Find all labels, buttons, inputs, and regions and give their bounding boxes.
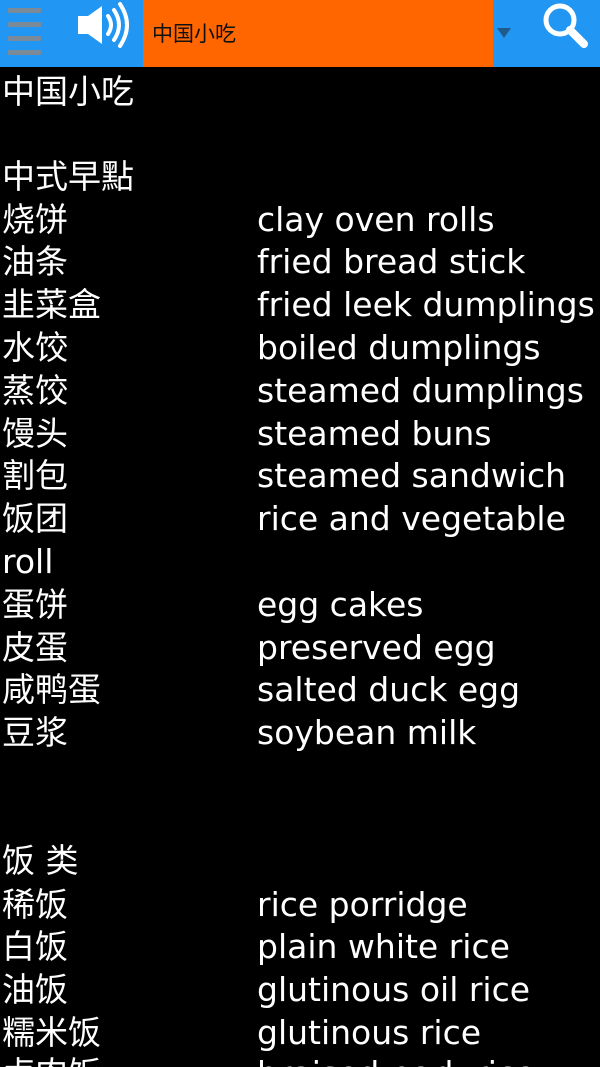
english-translation: glutinous oil rice [257, 970, 531, 1009]
chinese-term: 咸鸭蛋 [2, 670, 101, 709]
english-translation: rice and vegetable [257, 499, 566, 538]
chinese-term: 稀饭 [2, 885, 68, 924]
chinese-term: 油饭 [2, 970, 68, 1009]
section-heading: 饭 类 [2, 841, 79, 880]
english-translation: braised pork rice [257, 1053, 535, 1067]
dropdown-arrow-icon[interactable] [495, 0, 515, 67]
english-translation: fried leek dumplings [257, 285, 595, 324]
english-translation: egg cakes [257, 585, 424, 624]
english-translation: steamed dumplings [257, 371, 584, 410]
search-icon[interactable] [536, 0, 596, 67]
section-heading: 中式早點 [2, 157, 134, 196]
chinese-term: 饭团 [2, 499, 68, 538]
chinese-term: 皮蛋 [2, 628, 68, 667]
chinese-term: 水饺 [2, 328, 68, 367]
phrase-content: 中国小吃 中式早點 烧饼 clay oven rolls 油条 fried br… [0, 69, 600, 1067]
english-translation: steamed sandwich [257, 456, 567, 495]
english-translation: soybean milk [257, 713, 477, 752]
english-translation: clay oven rolls [257, 200, 495, 239]
chinese-term: 糯米饭 [2, 1013, 101, 1052]
chinese-term: 油条 [2, 242, 68, 281]
chinese-term: 蛋饼 [2, 585, 68, 624]
english-translation: fried bread stick [257, 242, 526, 281]
chinese-term: 馒头 [2, 414, 68, 453]
english-translation: steamed buns [257, 414, 492, 453]
chinese-term: roll [2, 542, 54, 581]
english-translation: boiled dumplings [257, 328, 541, 367]
dropdown-selected-value: 中国小吃 [152, 22, 236, 46]
speaker-icon[interactable] [70, 0, 140, 67]
hamburger-menu-icon[interactable] [0, 0, 62, 67]
english-translation: rice porridge [257, 885, 468, 924]
chinese-term: 割包 [2, 456, 68, 495]
chinese-term: 蒸饺 [2, 371, 68, 410]
chinese-term: 韭菜盒 [2, 285, 101, 324]
chinese-term: 白饭 [2, 927, 68, 966]
chinese-term: 卤肉饭 [2, 1053, 101, 1067]
page-title: 中国小吃 [2, 72, 134, 111]
toolbar: 中国小吃 [0, 0, 600, 67]
english-translation: plain white rice [257, 927, 510, 966]
english-translation: preserved egg [257, 628, 496, 667]
chinese-term: 豆浆 [2, 713, 68, 752]
english-translation: glutinous rice [257, 1013, 482, 1052]
chinese-term: 烧饼 [2, 200, 68, 239]
english-translation: salted duck egg [257, 670, 521, 709]
category-dropdown[interactable]: 中国小吃 [143, 0, 493, 67]
